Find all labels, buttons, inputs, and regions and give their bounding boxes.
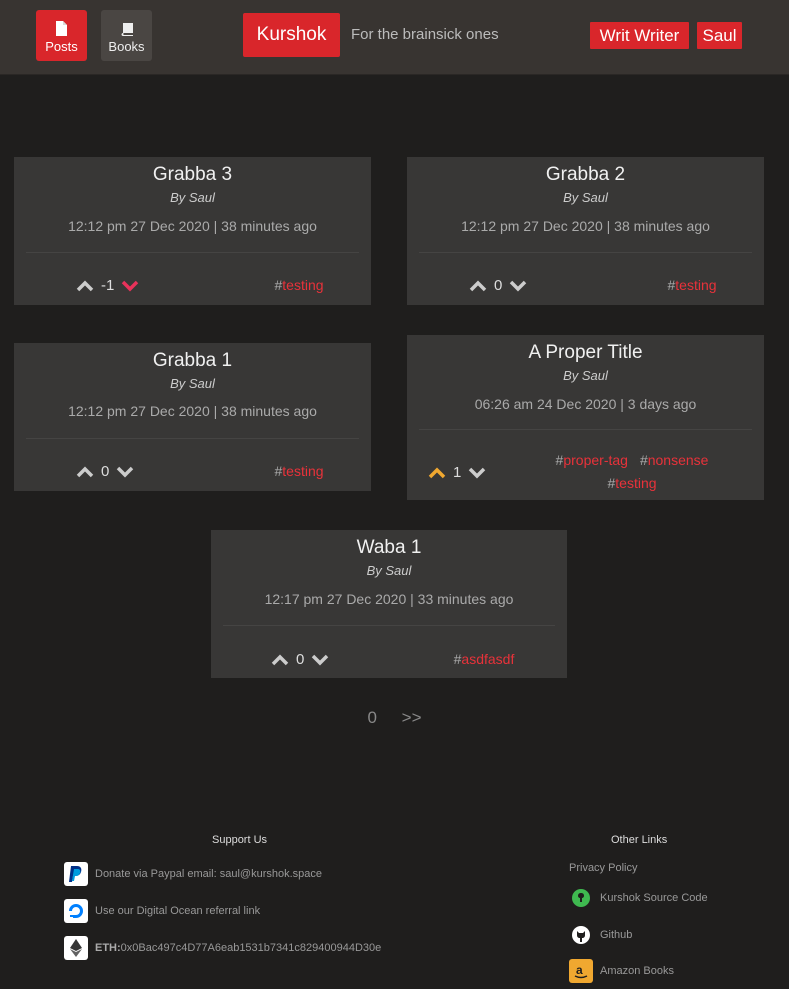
vote-controls: 1: [428, 464, 486, 481]
document-icon: [56, 21, 67, 36]
ethereum-icon: [64, 936, 88, 960]
post-card[interactable]: Waba 1 By Saul 12:17 pm 27 Dec 2020 | 33…: [211, 530, 567, 678]
tag-link[interactable]: #proper-tag: [556, 449, 628, 472]
card-divider: [419, 252, 752, 253]
post-card[interactable]: Grabba 1 By Saul 12:12 pm 27 Dec 2020 | …: [14, 343, 371, 491]
post-title[interactable]: Waba 1: [211, 537, 567, 559]
post-card[interactable]: Grabba 2 By Saul 12:12 pm 27 Dec 2020 | …: [407, 157, 764, 305]
vote-count: 1: [453, 464, 462, 481]
brand-logo-link[interactable]: Kurshok: [243, 13, 340, 57]
privacy-policy-link[interactable]: Privacy Policy: [569, 862, 637, 874]
eth-address: ETH: 0x0Bac497c4D77A6eab1531b7341c8294009…: [64, 936, 381, 960]
amazon-books-text: Amazon Books: [600, 965, 674, 977]
post-title[interactable]: A Proper Title: [407, 342, 764, 364]
digitalocean-icon: [64, 899, 88, 923]
pagination: 0 >>: [0, 708, 789, 728]
post-card[interactable]: A Proper Title By Saul 06:26 am 24 Dec 2…: [407, 335, 764, 500]
post-author[interactable]: By Saul: [14, 376, 371, 391]
digitalocean-link[interactable]: Use our Digital Ocean referral link: [64, 899, 260, 923]
vote-count: 0: [101, 463, 110, 480]
vote-controls: 0: [76, 463, 134, 480]
source-code-icon: [569, 886, 593, 910]
card-divider: [26, 438, 359, 439]
paypal-text: Donate via Paypal email: saul@kurshok.sp…: [95, 868, 323, 880]
upvote-icon[interactable]: [271, 654, 289, 666]
books-nav-label: Books: [108, 38, 145, 54]
downvote-icon[interactable]: [509, 280, 527, 292]
tag-list: #testing: [637, 274, 747, 297]
post-author[interactable]: By Saul: [407, 190, 764, 205]
tag-link[interactable]: #testing: [274, 460, 323, 483]
writ-writer-button[interactable]: Writ Writer: [590, 22, 689, 49]
user-profile-button[interactable]: Saul: [697, 22, 742, 49]
amazon-icon: a: [569, 959, 593, 983]
downvote-icon[interactable]: [116, 466, 134, 478]
vote-count: 0: [296, 651, 305, 668]
upvote-icon[interactable]: [76, 280, 94, 292]
post-author[interactable]: By Saul: [407, 368, 764, 383]
tag-link[interactable]: #testing: [607, 472, 656, 495]
amazon-books-link[interactable]: a Amazon Books: [569, 959, 674, 983]
source-code-link[interactable]: Kurshok Source Code: [569, 886, 708, 910]
post-card[interactable]: Grabba 3 By Saul 12:12 pm 27 Dec 2020 | …: [14, 157, 371, 305]
post-title[interactable]: Grabba 1: [14, 350, 371, 372]
support-heading: Support Us: [212, 834, 268, 846]
paypal-link[interactable]: Donate via Paypal email: saul@kurshok.sp…: [64, 862, 322, 886]
post-date: 12:17 pm 27 Dec 2020 | 33 minutes ago: [264, 591, 514, 607]
vote-count: 0: [494, 277, 503, 294]
books-nav-button[interactable]: Books: [101, 10, 152, 61]
card-divider: [26, 252, 359, 253]
next-page-link[interactable]: >>: [402, 708, 422, 727]
posts-nav-label: Posts: [45, 39, 78, 54]
post-date: 12:12 pm 27 Dec 2020 | 38 minutes ago: [68, 218, 317, 234]
upvote-icon[interactable]: [76, 466, 94, 478]
downvote-icon[interactable]: [468, 467, 486, 479]
downvote-icon[interactable]: [121, 280, 139, 292]
tag-link[interactable]: #testing: [274, 274, 323, 297]
post-title[interactable]: Grabba 2: [407, 164, 764, 186]
tag-list: #proper-tag #nonsense #testing: [537, 449, 727, 495]
post-date: 12:12 pm 27 Dec 2020 | 38 minutes ago: [461, 218, 710, 234]
tag-link[interactable]: #nonsense: [640, 449, 709, 472]
vote-controls: -1: [76, 277, 139, 294]
paypal-icon: [64, 862, 88, 886]
vote-controls: 0: [469, 277, 527, 294]
tag-list: #testing: [244, 274, 354, 297]
upvote-icon[interactable]: [428, 467, 446, 479]
other-links-heading: Other Links: [611, 834, 668, 846]
downvote-icon[interactable]: [311, 654, 329, 666]
vote-controls: 0: [271, 651, 329, 668]
site-tagline: For the brainsick ones: [351, 26, 499, 43]
github-text: Github: [600, 929, 633, 941]
github-icon: [569, 923, 593, 947]
github-link[interactable]: Github: [569, 923, 632, 947]
upvote-icon[interactable]: [469, 280, 487, 292]
top-navbar: Posts Books Kurshok For the brainsick on…: [0, 0, 789, 75]
tag-link[interactable]: #asdfasdf: [454, 648, 515, 671]
post-author[interactable]: By Saul: [211, 563, 567, 578]
book-icon: [121, 22, 133, 36]
post-author[interactable]: By Saul: [14, 190, 371, 205]
digitalocean-text: Use our Digital Ocean referral link: [95, 905, 261, 917]
svg-text:a: a: [576, 963, 583, 977]
post-date: 06:26 am 24 Dec 2020 | 3 days ago: [474, 396, 697, 412]
eth-address-value: 0x0Bac497c4D77A6eab1531b7341c829400944D3…: [120, 942, 382, 954]
post-date: 12:12 pm 27 Dec 2020 | 38 minutes ago: [68, 403, 317, 419]
current-page[interactable]: 0: [367, 708, 376, 727]
tag-list: #testing: [244, 460, 354, 483]
tag-link[interactable]: #testing: [667, 274, 716, 297]
post-title[interactable]: Grabba 3: [14, 164, 371, 186]
card-divider: [223, 625, 555, 626]
tag-list: #asdfasdf: [429, 648, 539, 671]
card-divider: [419, 429, 752, 430]
vote-count: -1: [101, 277, 115, 294]
posts-nav-button[interactable]: Posts: [36, 10, 87, 61]
eth-label: ETH:: [95, 942, 121, 954]
source-code-text: Kurshok Source Code: [600, 892, 708, 904]
